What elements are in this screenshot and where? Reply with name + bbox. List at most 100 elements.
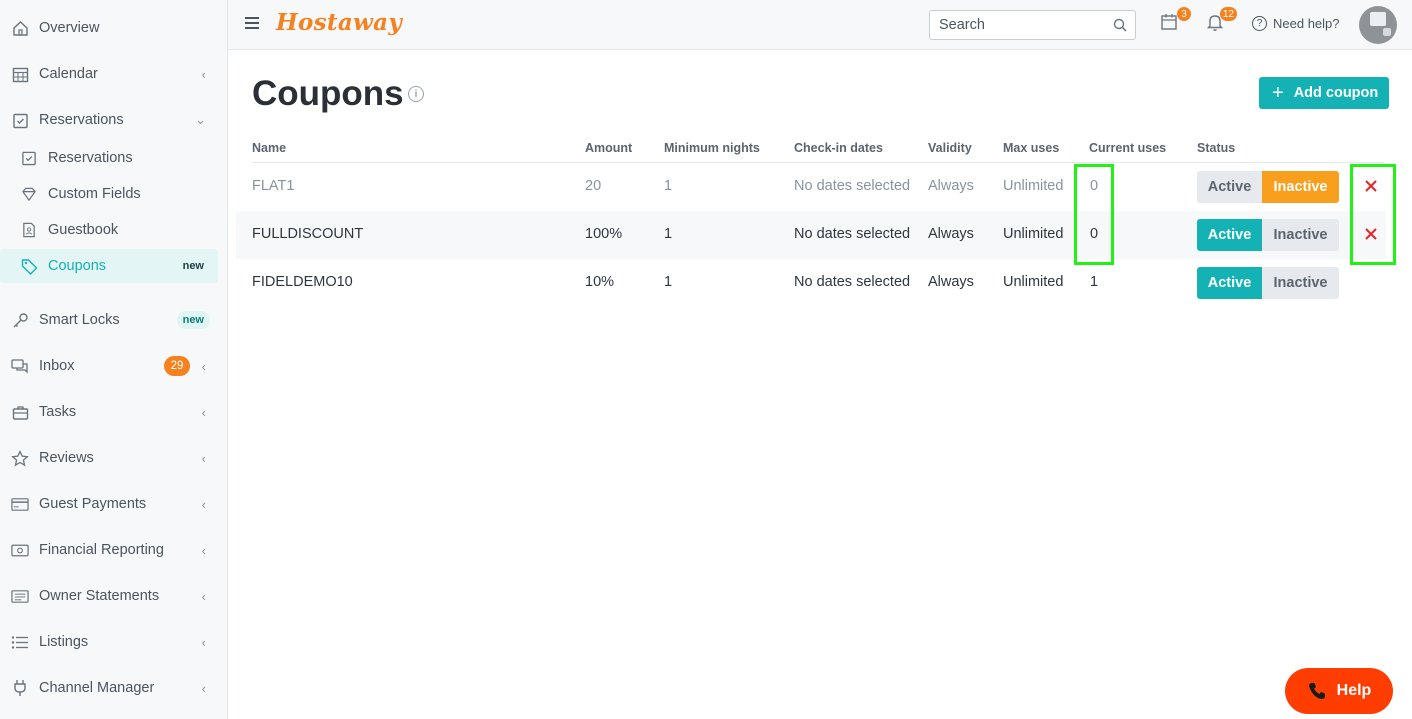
chat-icon [11, 357, 29, 375]
table-row[interactable]: FIDELDEMO10 10% 1 No dates selected Alwa… [236, 259, 1386, 307]
sidebar-item-channel-manager[interactable]: Channel Manager ‹ [0, 671, 218, 705]
chevron-left-icon: ‹ [201, 358, 206, 374]
sidebar-item-calendar[interactable]: Calendar ‹ [0, 57, 218, 91]
reservations-icon [11, 111, 29, 129]
column-header[interactable]: Minimum nights [664, 141, 760, 155]
sidebar-item-listings[interactable]: Listings ‹ [0, 625, 218, 659]
status-active-option[interactable]: Active [1197, 219, 1262, 251]
column-header[interactable]: Amount [585, 141, 632, 155]
calendar-tasks-button[interactable]: 3 [1160, 7, 1191, 35]
question-icon: ? [1252, 16, 1267, 31]
sidebar-item-reservations-group[interactable]: Reservations ⌄ [0, 103, 218, 137]
coupon-min-nights: 1 [664, 226, 673, 242]
sidebar-item-label: Overview [39, 20, 100, 36]
table-row[interactable]: FULLDISCOUNT 100% 1 No dates selected Al… [236, 211, 1386, 259]
column-header[interactable]: Current uses [1089, 141, 1166, 155]
chevron-left-icon: ‹ [201, 496, 206, 512]
coupon-current-uses: 1 [1090, 274, 1099, 290]
column-header[interactable]: Max uses [1003, 141, 1059, 155]
help-button[interactable]: Help [1285, 668, 1393, 714]
search-icon[interactable] [1113, 18, 1127, 37]
chevron-down-icon: ⌄ [195, 112, 206, 127]
sidebar-item-label: Smart Locks [39, 312, 120, 328]
sidebar-item-inbox[interactable]: Inbox 29 ‹ [0, 349, 218, 383]
search-box[interactable] [929, 10, 1136, 40]
sidebar-item-coupons[interactable]: Coupons new [0, 249, 218, 283]
reservations-icon [20, 149, 38, 167]
status-toggle: Active Inactive [1197, 171, 1339, 203]
coupon-checkin: No dates selected [794, 178, 911, 194]
key-icon [11, 311, 29, 329]
sidebar-item-label: Custom Fields [48, 186, 141, 202]
list-icon [11, 633, 29, 651]
plus-icon: + [1272, 82, 1284, 104]
status-inactive-option[interactable]: Inactive [1262, 219, 1339, 251]
sidebar-item-label: Coupons [48, 258, 107, 274]
sidebar: Overview Calendar ‹ Reservations ⌄ Reser… [0, 0, 228, 719]
chevron-left-icon: ‹ [201, 450, 206, 466]
status-toggle: Active Inactive [1197, 219, 1339, 251]
briefcase-icon [11, 403, 29, 421]
status-active-option[interactable]: Active [1197, 267, 1262, 299]
star-icon [11, 449, 29, 467]
hostaway-logo[interactable]: Hostaway [276, 9, 402, 36]
sidebar-item-custom-fields[interactable]: Custom Fields [0, 177, 218, 211]
coupon-name: FLAT1 [252, 178, 295, 194]
coupon-max-uses: Unlimited [1003, 274, 1064, 290]
coupon-max-uses: Unlimited [1003, 226, 1064, 242]
sidebar-item-label: Reservations [48, 150, 133, 166]
statement-icon [11, 587, 29, 605]
sidebar-item-label: Inbox [39, 358, 75, 374]
status-inactive-option[interactable]: Inactive [1262, 171, 1339, 203]
sidebar-item-smart-locks[interactable]: Smart Locks new [0, 303, 218, 337]
coupon-validity: Always [928, 274, 974, 290]
notifications-button[interactable]: 12 [1206, 7, 1237, 35]
coupon-min-nights: 1 [664, 274, 673, 290]
coupon-checkin: No dates selected [794, 226, 911, 242]
sidebar-item-label: Owner Statements [39, 588, 160, 604]
need-help-link[interactable]: ? Need help? [1252, 16, 1340, 31]
status-active-option[interactable]: Active [1197, 171, 1262, 203]
highlight-box [1074, 164, 1114, 265]
sidebar-item-guestbook[interactable]: Guestbook [0, 213, 218, 247]
column-header[interactable]: Validity [928, 141, 972, 155]
sidebar-item-label: Reviews [39, 450, 94, 466]
coupon-name: FIDELDEMO10 [252, 274, 353, 290]
sidebar-item-reservations[interactable]: Reservations [0, 141, 218, 175]
chevron-left-icon: ‹ [201, 542, 206, 558]
sidebar-item-guest-payments[interactable]: Guest Payments ‹ [0, 487, 218, 521]
column-header[interactable]: Check-in dates [794, 141, 883, 155]
status-inactive-option[interactable]: Inactive [1262, 267, 1339, 299]
sidebar-item-tasks[interactable]: Tasks ‹ [0, 395, 218, 429]
coupon-min-nights: 1 [664, 178, 673, 194]
info-icon[interactable]: i [408, 86, 424, 102]
avatar[interactable] [1359, 6, 1397, 44]
sidebar-item-reviews[interactable]: Reviews ‹ [0, 441, 218, 475]
sidebar-item-label: Guest Payments [39, 496, 147, 512]
topbar: Hostaway 3 12 ? Need help? [228, 0, 1412, 50]
chevron-left-icon: ‹ [201, 66, 206, 82]
coupon-amount: 10% [585, 274, 615, 290]
page-title: Coupons [252, 74, 404, 113]
sidebar-item-label: Calendar [39, 66, 98, 82]
search-input[interactable] [930, 11, 1100, 39]
sidebar-item-owner-statements[interactable]: Owner Statements ‹ [0, 579, 218, 613]
coupon-amount: 100% [585, 226, 623, 242]
coupon-checkin: No dates selected [794, 274, 911, 290]
add-coupon-button[interactable]: + Add coupon [1259, 77, 1389, 109]
sidebar-item-label: Financial Reporting [39, 542, 164, 558]
sidebar-item-financial-reporting[interactable]: Financial Reporting ‹ [0, 533, 218, 567]
need-help-label: Need help? [1273, 16, 1340, 31]
hamburger-menu-icon[interactable] [245, 17, 259, 29]
coupon-name: FULLDISCOUNT [252, 226, 364, 242]
new-badge: new [182, 260, 204, 272]
phone-icon [1308, 683, 1325, 699]
column-header[interactable]: Name [252, 141, 286, 155]
calendar-icon [11, 65, 29, 83]
table-row[interactable]: FLAT1 20 1 No dates selected Always Unli… [236, 163, 1386, 211]
sidebar-item-overview[interactable]: Overview [0, 11, 218, 45]
column-header[interactable]: Status [1197, 141, 1235, 155]
coupon-max-uses: Unlimited [1003, 178, 1064, 194]
coupon-validity: Always [928, 226, 974, 242]
tag-icon [20, 257, 38, 275]
